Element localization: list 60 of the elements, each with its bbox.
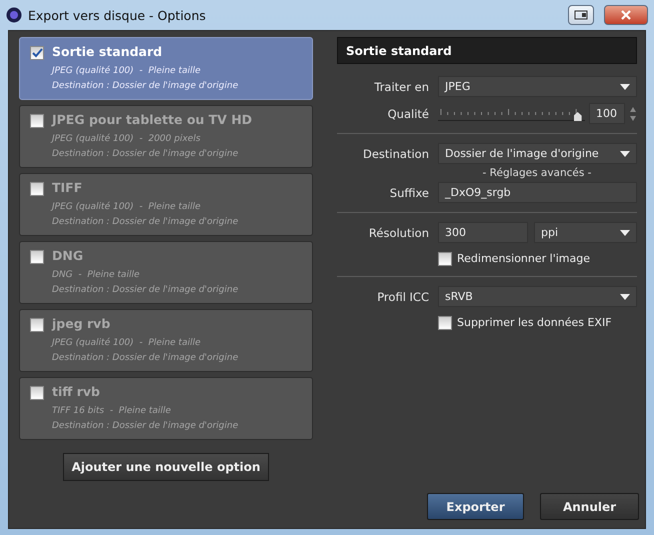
option-format: JPEG (qualité 100) - Pleine taille — [52, 66, 202, 78]
dropdown[interactable]: Dossier de l'image d'origine — [438, 143, 637, 164]
option-destination: Destination : Dossier de l'image d'origine — [52, 420, 240, 433]
spinner-icon[interactable] — [629, 106, 637, 122]
checkbox[interactable] — [30, 250, 44, 264]
window-mode-button[interactable] — [568, 5, 594, 25]
field-label: Suffixe — [388, 186, 429, 200]
settings-title: Sortie standard — [337, 37, 637, 64]
section-caption: - Réglages avancés - — [482, 167, 592, 179]
window-title: Export vers disque - Options — [28, 8, 207, 22]
option-format: JPEG (qualité 100) - Pleine taille — [52, 202, 202, 214]
checkbox[interactable] — [438, 316, 452, 330]
input-field[interactable]: _DxO9_srgb — [438, 182, 637, 203]
close-icon — [621, 10, 631, 20]
option-destination: Destination : Dossier de l'image d'origine — [52, 148, 240, 161]
checkbox[interactable] — [30, 318, 44, 332]
slider-thumb[interactable] — [574, 112, 582, 121]
caret-icon — [620, 150, 630, 156]
checkbox[interactable] — [438, 252, 452, 266]
field-label: Profil ICC — [376, 290, 429, 304]
option-name: tiff rvb — [52, 384, 101, 401]
option-name: Sortie standard — [52, 44, 164, 61]
cancel-button[interactable]: Annuler — [540, 493, 639, 520]
option-format: JPEG (qualité 100) - Pleine taille — [52, 338, 202, 350]
quality-input[interactable]: 100 — [589, 103, 625, 124]
add-option-button[interactable]: Ajouter une nouvelle option — [62, 453, 270, 481]
input-field[interactable]: 300 — [438, 222, 528, 243]
field-label: Qualité — [386, 106, 429, 120]
export-button[interactable]: Exporter — [427, 493, 524, 520]
option-name: JPEG pour tablette ou TV HD — [52, 112, 254, 129]
dropdown[interactable]: ppi — [534, 222, 637, 243]
close-button[interactable] — [604, 5, 648, 25]
field-label: Destination — [362, 146, 429, 160]
field-label: Traiter en — [373, 80, 429, 94]
option-destination: Destination : Dossier de l'image d'origine — [52, 284, 240, 297]
checkbox-label: Redimensionner l'image — [457, 252, 590, 264]
caret-icon — [620, 230, 630, 236]
dropdown[interactable]: sRVB — [438, 286, 637, 307]
option-name: DNG — [52, 248, 84, 265]
option-format: DNG - Pleine taille — [52, 270, 140, 282]
dropdown[interactable]: JPEG — [438, 76, 637, 97]
window-mode-icon — [574, 10, 588, 20]
option-destination: Destination : Dossier de l'image d'origine — [52, 352, 240, 365]
caret-icon — [620, 84, 630, 90]
option-format: JPEG (qualité 100) - 2000 pixels — [52, 134, 202, 146]
option-destination: Destination : Dossier de l'image d'origine — [52, 80, 240, 93]
checkbox[interactable] — [30, 46, 44, 60]
field-label: Résolution — [368, 226, 429, 240]
checkbox[interactable] — [30, 114, 44, 128]
quality-slider[interactable] — [438, 106, 585, 121]
option-name: jpeg rvb — [52, 316, 112, 333]
option-destination: Destination : Dossier de l'image d'origine — [52, 216, 240, 229]
option-name: TIFF — [52, 180, 84, 197]
caret-icon — [620, 294, 630, 300]
checkbox-label: Supprimer les données EXIF — [457, 316, 612, 328]
app-logo-icon — [6, 7, 22, 23]
checkbox[interactable] — [30, 182, 44, 196]
checkbox[interactable] — [30, 386, 44, 400]
option-format: TIFF 16 bits - Pleine taille — [52, 406, 172, 418]
export-option-card[interactable]: Sortie standard JPEG (qualité 100) - Pleine taille Destination : Dossier de l'image d'origine — [19, 37, 313, 100]
